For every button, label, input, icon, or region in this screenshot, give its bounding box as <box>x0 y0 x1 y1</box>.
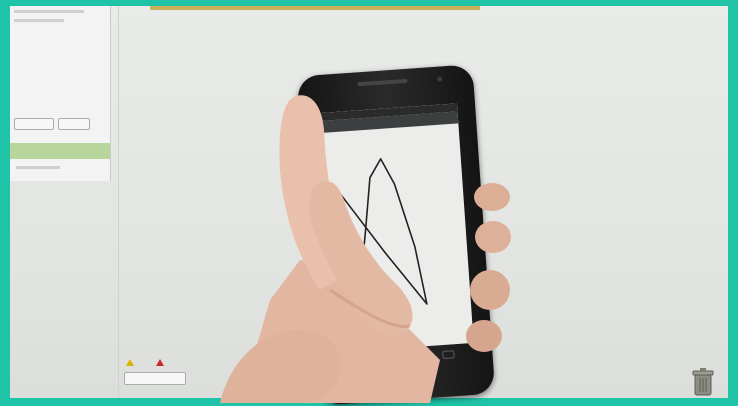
show-warnings-button[interactable] <box>124 372 186 385</box>
selected-row[interactable] <box>10 143 110 159</box>
home-icon[interactable] <box>398 353 411 363</box>
panel-button-b[interactable] <box>58 118 90 130</box>
panel-text-placeholder-1 <box>14 10 84 13</box>
phone-screen[interactable] <box>317 103 474 353</box>
trash-icon[interactable] <box>692 368 714 396</box>
panel-divider <box>118 6 119 398</box>
top-strip <box>150 6 480 10</box>
panel-list-placeholder <box>16 166 60 169</box>
warnings-widget <box>120 356 200 386</box>
smartphone <box>296 64 496 406</box>
drawing-canvas[interactable] <box>319 123 474 352</box>
phone-camera <box>437 76 443 82</box>
back-icon[interactable] <box>354 356 367 366</box>
panel-text-placeholder-2 <box>14 19 64 22</box>
error-icon <box>156 359 164 366</box>
phone-speaker <box>357 78 408 87</box>
warning-icon <box>126 359 134 366</box>
panel-button-a[interactable] <box>14 118 54 130</box>
drawn-stroke <box>333 158 428 305</box>
recent-apps-icon[interactable] <box>442 350 455 360</box>
left-panel <box>10 6 111 181</box>
video-frame <box>0 0 738 406</box>
